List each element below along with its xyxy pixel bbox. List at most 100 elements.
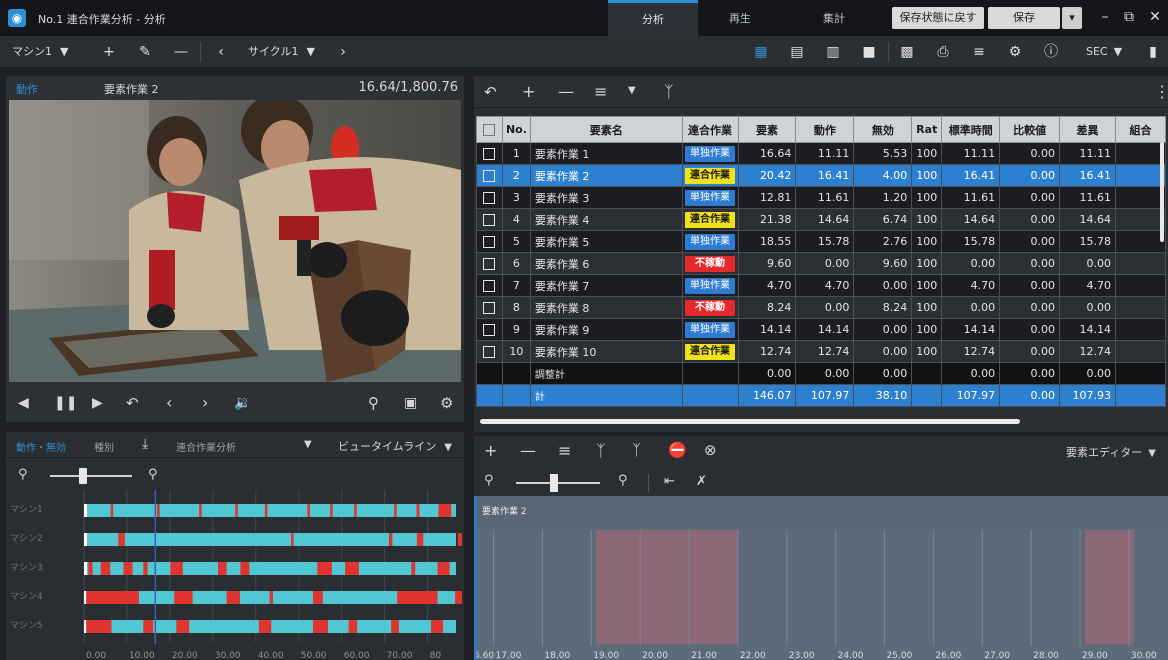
vertical-scrollbar[interactable] — [1160, 142, 1164, 242]
row-rating[interactable]: 100 — [911, 230, 943, 253]
download-icon[interactable]: ⤓ — [142, 436, 148, 452]
summary-name[interactable]: 調整計 — [529, 362, 683, 385]
video-tab-motion[interactable]: 動作 — [16, 81, 38, 97]
row-work-type-cell[interactable]: 単独作業 — [681, 186, 739, 209]
element-timeline[interactable]: 17.00 18.00 19.00 20.00 21.00 22.00 23.00 24.00… — [473, 496, 1168, 660]
row-no[interactable]: 1 — [501, 142, 531, 165]
row-no[interactable]: 4 — [501, 208, 531, 231]
chevron-left-icon[interactable]: ‹ — [166, 393, 172, 412]
summary-blank[interactable] — [476, 362, 503, 385]
row-element-name[interactable]: 要素作業 10 — [529, 340, 683, 363]
row-checkbox[interactable] — [483, 236, 496, 248]
clapper-icon[interactable]: ▩ — [898, 43, 916, 61]
table-row[interactable]: 3 要素作業 3 単独作業 12.81 11.61 1.20 100 11.61 0.00 11.… — [476, 186, 1166, 209]
row-standard-time[interactable]: 0.00 — [941, 252, 1001, 275]
row-combined[interactable] — [1115, 186, 1166, 209]
table-row[interactable]: 10 要素作業 10 連合作業 12.74 12.74 0.00 100 12.74 0.00 1… — [476, 340, 1166, 363]
image-icon[interactable]: ▣ — [404, 395, 417, 411]
zoom-out-icon[interactable]: ⚲ — [484, 473, 494, 488]
row-element-name[interactable]: 要素作業 7 — [529, 274, 683, 297]
row-standard-time[interactable]: 14.64 — [941, 208, 1001, 231]
cycle-select[interactable]: サイクル1 ▼ — [248, 36, 315, 68]
row-invalid-time[interactable]: 5.53 — [853, 142, 913, 165]
minimize-icon[interactable]: – — [1094, 6, 1116, 28]
row-element-time[interactable]: 21.38 — [737, 208, 797, 231]
row-checkbox[interactable] — [483, 324, 496, 336]
summary-blank[interactable] — [911, 384, 943, 407]
summary-standard-time[interactable]: 107.97 — [941, 384, 1001, 407]
dropdown-icon[interactable]: ▼ — [304, 439, 312, 450]
summary-name[interactable]: 計 — [529, 384, 683, 407]
table-row[interactable]: 1 要素作業 1 単独作業 16.64 11.11 5.53 100 11.11 0.00 11.… — [476, 142, 1166, 165]
row-select-cell[interactable] — [476, 274, 503, 297]
undo-icon[interactable]: ↶ — [484, 83, 497, 101]
row-no[interactable]: 10 — [501, 340, 531, 363]
list-icon[interactable]: ≡ — [594, 82, 607, 101]
row-invalid-time[interactable]: 4.00 — [853, 164, 913, 187]
row-standard-time[interactable]: 4.70 — [941, 274, 1001, 297]
row-element-name[interactable]: 要素作業 2 — [529, 164, 683, 187]
row-combined[interactable] — [1115, 208, 1166, 231]
row-element-name[interactable]: 要素作業 6 — [529, 252, 683, 275]
summary-blank[interactable] — [911, 362, 943, 385]
summary-motion-time[interactable]: 107.97 — [795, 384, 855, 407]
row-standard-time[interactable]: 16.41 — [941, 164, 1001, 187]
element-editor-select[interactable]: 要素エディター ▼ — [1066, 444, 1156, 460]
row-difference[interactable]: 11.61 — [1059, 186, 1116, 209]
save-menu-button[interactable]: ▾ — [1062, 7, 1082, 29]
tab-playback[interactable]: 再生 — [698, 0, 782, 36]
row-element-name[interactable]: 要素作業 5 — [529, 230, 683, 253]
row-difference[interactable]: 15.78 — [1059, 230, 1116, 253]
person-icon[interactable]: ᛉ — [596, 441, 606, 460]
row-compare-value[interactable]: 0.00 — [999, 318, 1061, 341]
row-invalid-time[interactable]: 0.00 — [853, 340, 913, 363]
row-standard-time[interactable]: 12.74 — [941, 340, 1001, 363]
row-invalid-time[interactable]: 6.74 — [853, 208, 913, 231]
zoom-slider-thumb[interactable] — [78, 468, 87, 484]
column-header-select[interactable] — [476, 116, 503, 143]
zoom-icon[interactable]: ⚲ — [368, 394, 379, 412]
align-start-icon[interactable]: ⇤ — [664, 474, 675, 489]
summary-difference[interactable]: 0.00 — [1059, 362, 1116, 385]
person-icon[interactable]: ᛉ — [664, 82, 674, 101]
row-select-cell[interactable] — [476, 252, 503, 275]
close-icon[interactable]: ✕ — [1144, 6, 1166, 28]
row-rating[interactable]: 100 — [911, 252, 943, 275]
save-button[interactable]: 保存 — [988, 7, 1060, 29]
row-compare-value[interactable]: 0.00 — [999, 208, 1061, 231]
row-work-type-cell[interactable]: 連合作業 — [681, 208, 739, 231]
table-row[interactable]: 4 要素作業 4 連合作業 21.38 14.64 6.74 100 14.64 0.00 14.… — [476, 208, 1166, 231]
column-header-diff[interactable]: 差異 — [1059, 116, 1116, 143]
folder-icon[interactable]: ▮ — [1144, 43, 1162, 61]
step-back-icon[interactable]: ◀ — [18, 395, 29, 411]
row-motion-time[interactable]: 14.64 — [795, 208, 855, 231]
row-select-cell[interactable] — [476, 142, 503, 165]
row-combined[interactable] — [1115, 296, 1166, 319]
row-select-cell[interactable] — [476, 318, 503, 341]
row-checkbox[interactable] — [483, 302, 496, 314]
zoom-in-icon[interactable]: ⚲ — [148, 467, 158, 482]
column-header-element[interactable]: 要素 — [737, 116, 797, 143]
row-difference[interactable]: 14.64 — [1059, 208, 1116, 231]
select-all-checkbox[interactable] — [483, 124, 496, 136]
print-icon[interactable]: ⎙ — [934, 43, 952, 61]
mute-icon[interactable]: ✗ — [696, 474, 707, 489]
row-no[interactable]: 8 — [501, 296, 531, 319]
row-difference[interactable]: 0.00 — [1059, 252, 1116, 275]
row-combined[interactable] — [1115, 340, 1166, 363]
row-work-type-cell[interactable]: 連合作業 — [681, 340, 739, 363]
row-select-cell[interactable] — [476, 296, 503, 319]
column-header-no[interactable]: No. — [501, 116, 531, 143]
row-invalid-time[interactable]: 9.60 — [853, 252, 913, 275]
column-header-compare[interactable]: 比較値 — [999, 116, 1061, 143]
row-work-type-cell[interactable]: 連合作業 — [681, 164, 739, 187]
restore-window-icon[interactable]: ⧉ — [1118, 6, 1140, 28]
row-motion-time[interactable]: 16.41 — [795, 164, 855, 187]
row-motion-time[interactable]: 0.00 — [795, 252, 855, 275]
row-work-type-cell[interactable]: 単独作業 — [681, 230, 739, 253]
row-rating[interactable]: 100 — [911, 340, 943, 363]
row-element-name[interactable]: 要素作業 3 — [529, 186, 683, 209]
row-select-cell[interactable] — [476, 186, 503, 209]
add-icon[interactable]: + — [484, 441, 497, 460]
row-work-type-cell[interactable]: 単独作業 — [681, 142, 739, 165]
